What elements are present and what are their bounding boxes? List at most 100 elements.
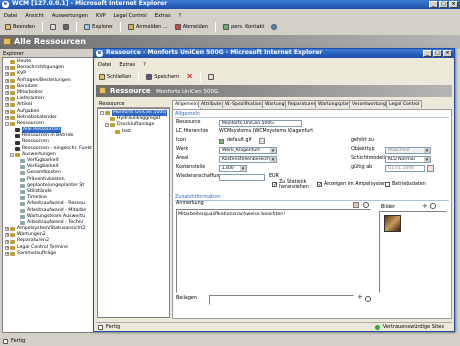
kostenstelle-select[interactable]: 1300 (219, 165, 247, 172)
menu-ansicht[interactable]: Ansicht (25, 12, 43, 20)
picture-search-icon[interactable] (430, 203, 436, 209)
expand-icon[interactable]: + (5, 103, 9, 108)
beenden-button[interactable]: Beenden (3, 24, 37, 30)
tree-node-icon (20, 159, 25, 164)
label-anmerkung: Anmerkung (176, 201, 204, 206)
dialog-header-subtitle: Monforts UniCen 500G (156, 89, 219, 95)
expand-icon[interactable]: + (5, 251, 9, 256)
attachment-search-icon[interactable] (365, 296, 371, 302)
logout-button[interactable]: Abmelden (173, 24, 210, 30)
wiederanschaffung-field[interactable] (219, 174, 265, 181)
tree-node-icon (15, 152, 20, 157)
werk-select[interactable]: Werk_Klagenfurt (219, 147, 277, 154)
areal-select[interactable]: Kostenstellenbereich_1 (219, 156, 277, 163)
anmerkung-textarea[interactable]: Mitarbeiterqualifikationsnachweise beach… (176, 209, 371, 293)
icon-value: default.gif (227, 138, 252, 143)
tab-verantwortung[interactable]: Verantwortung (349, 100, 390, 108)
expand-icon[interactable]: + (5, 97, 9, 102)
dialog-minimize-button[interactable]: _ (423, 50, 432, 57)
collapse-icon[interactable]: - (100, 111, 104, 116)
trusted-sites-icon (374, 324, 380, 330)
menu-help[interactable]: ? (179, 12, 182, 20)
tab-attribute[interactable]: Attribute (198, 100, 225, 108)
note-search-icon[interactable] (363, 202, 369, 208)
dialog-menu-extras[interactable]: Extras (119, 61, 135, 69)
main-header: Alle Ressourcen (0, 35, 460, 49)
expand-icon[interactable]: + (5, 227, 9, 232)
add-picture-icon[interactable]: + (422, 203, 428, 210)
expand-icon[interactable]: + (5, 233, 9, 238)
resource-tree: - Monforts UniCen 500G Hydraulikaggregat - D… (97, 108, 170, 318)
menu-datei[interactable]: Datei (4, 12, 17, 20)
dialog-close-button[interactable]: × (443, 50, 452, 57)
print-button[interactable] (48, 24, 58, 30)
tree-item[interactable]: test (98, 129, 169, 135)
delete-button[interactable]: ✕ (184, 73, 195, 81)
schichtmodell-select[interactable]: KLU Normal (385, 156, 431, 163)
menu-legal-control[interactable]: Legal Control (114, 12, 147, 20)
login-button[interactable]: Anmelden ... (126, 24, 170, 30)
expand-icon[interactable]: + (5, 66, 9, 71)
label-werk: Werk (176, 147, 189, 152)
tab-strip: Allgemein Attribute W.-Spezifikation War… (172, 100, 452, 109)
calendar-icon[interactable] (427, 165, 434, 172)
floppy-disk-icon (146, 74, 153, 80)
beilagen-field[interactable] (209, 295, 354, 305)
add-attachment-icon[interactable]: + (357, 294, 363, 301)
minimize-button[interactable]: _ (429, 1, 438, 8)
tree-node-icon (15, 140, 20, 145)
expand-icon[interactable]: + (5, 91, 9, 96)
ampelsystem-checkbox[interactable]: ✓ (317, 182, 322, 188)
expand-icon[interactable]: + (5, 109, 9, 114)
collapse-icon[interactable]: - (5, 121, 9, 126)
tree-node-icon (20, 214, 25, 219)
ampelsystem-label: Anzeigen im Ampelsystem (324, 182, 388, 187)
expand-icon[interactable]: + (5, 72, 9, 77)
dialog-print-button[interactable] (206, 74, 216, 80)
betriebsdaten-checkbox[interactable] (385, 182, 390, 187)
expand-icon[interactable]: + (5, 78, 9, 83)
menu-extras[interactable]: Extras (155, 12, 171, 20)
menu-kvp[interactable]: KVP (96, 12, 106, 20)
label-lc-hierarchie: LC Hierarchie (176, 129, 209, 134)
ressource-field[interactable]: Monforts UniCen 500G (219, 120, 302, 127)
dialog-menu-datei[interactable]: Datei (98, 61, 111, 69)
expand-icon[interactable]: + (5, 115, 9, 120)
dialog-maximize-button[interactable]: □ (433, 50, 442, 57)
tree-item-label: Sammelaufträge (17, 250, 57, 256)
menu-auswertungen[interactable]: Auswertungen (52, 12, 88, 20)
collapse-icon[interactable]: - (105, 123, 109, 128)
schliessen-button[interactable]: Schließen (97, 74, 133, 80)
maximize-button[interactable]: □ (439, 1, 448, 8)
tree-item[interactable]: + Sammelaufträge (3, 251, 93, 257)
contact-button[interactable]: pers. Kontakt (221, 24, 266, 30)
tab-allgemein[interactable]: Allgemein (172, 100, 201, 109)
edit-note-icon[interactable] (353, 202, 359, 208)
tree-node-icon (20, 208, 25, 213)
objekttyp-select[interactable]: Maschine (385, 147, 431, 154)
collapse-icon[interactable]: - (10, 152, 14, 157)
gueltig-ab-field[interactable]: 01.01.2006 (385, 165, 425, 172)
tree-node-icon (20, 177, 25, 182)
statistik-checkbox[interactable]: ✓ (272, 182, 277, 188)
expand-icon[interactable]: + (5, 239, 9, 244)
icon-picker-button[interactable]: … (259, 138, 265, 144)
tab-wartungsplan[interactable]: Wartungsplan (315, 100, 353, 108)
machine-thumbnail[interactable] (384, 215, 401, 232)
expand-icon[interactable]: + (5, 245, 9, 250)
search-button[interactable] (61, 24, 71, 30)
tree-node-icon (10, 91, 15, 96)
expand-icon[interactable]: + (5, 84, 9, 89)
tab-legal-control[interactable]: Legal Control (386, 100, 423, 108)
key-icon (128, 24, 134, 30)
dialog-menu-help[interactable]: ? (143, 61, 146, 69)
close-window-button[interactable]: × (449, 1, 458, 8)
currency-label: EUR (269, 174, 279, 179)
save-button[interactable]: Speichern (144, 74, 181, 80)
tab-wartung[interactable]: Wartung (262, 100, 288, 108)
tab-w-spezifikation[interactable]: W.-Spezifikation (222, 100, 265, 108)
help-button[interactable] (269, 24, 279, 30)
ie-logo-icon: e (96, 50, 103, 57)
explorer-button[interactable]: Explorer (82, 24, 115, 30)
tree-node-icon (10, 103, 15, 108)
